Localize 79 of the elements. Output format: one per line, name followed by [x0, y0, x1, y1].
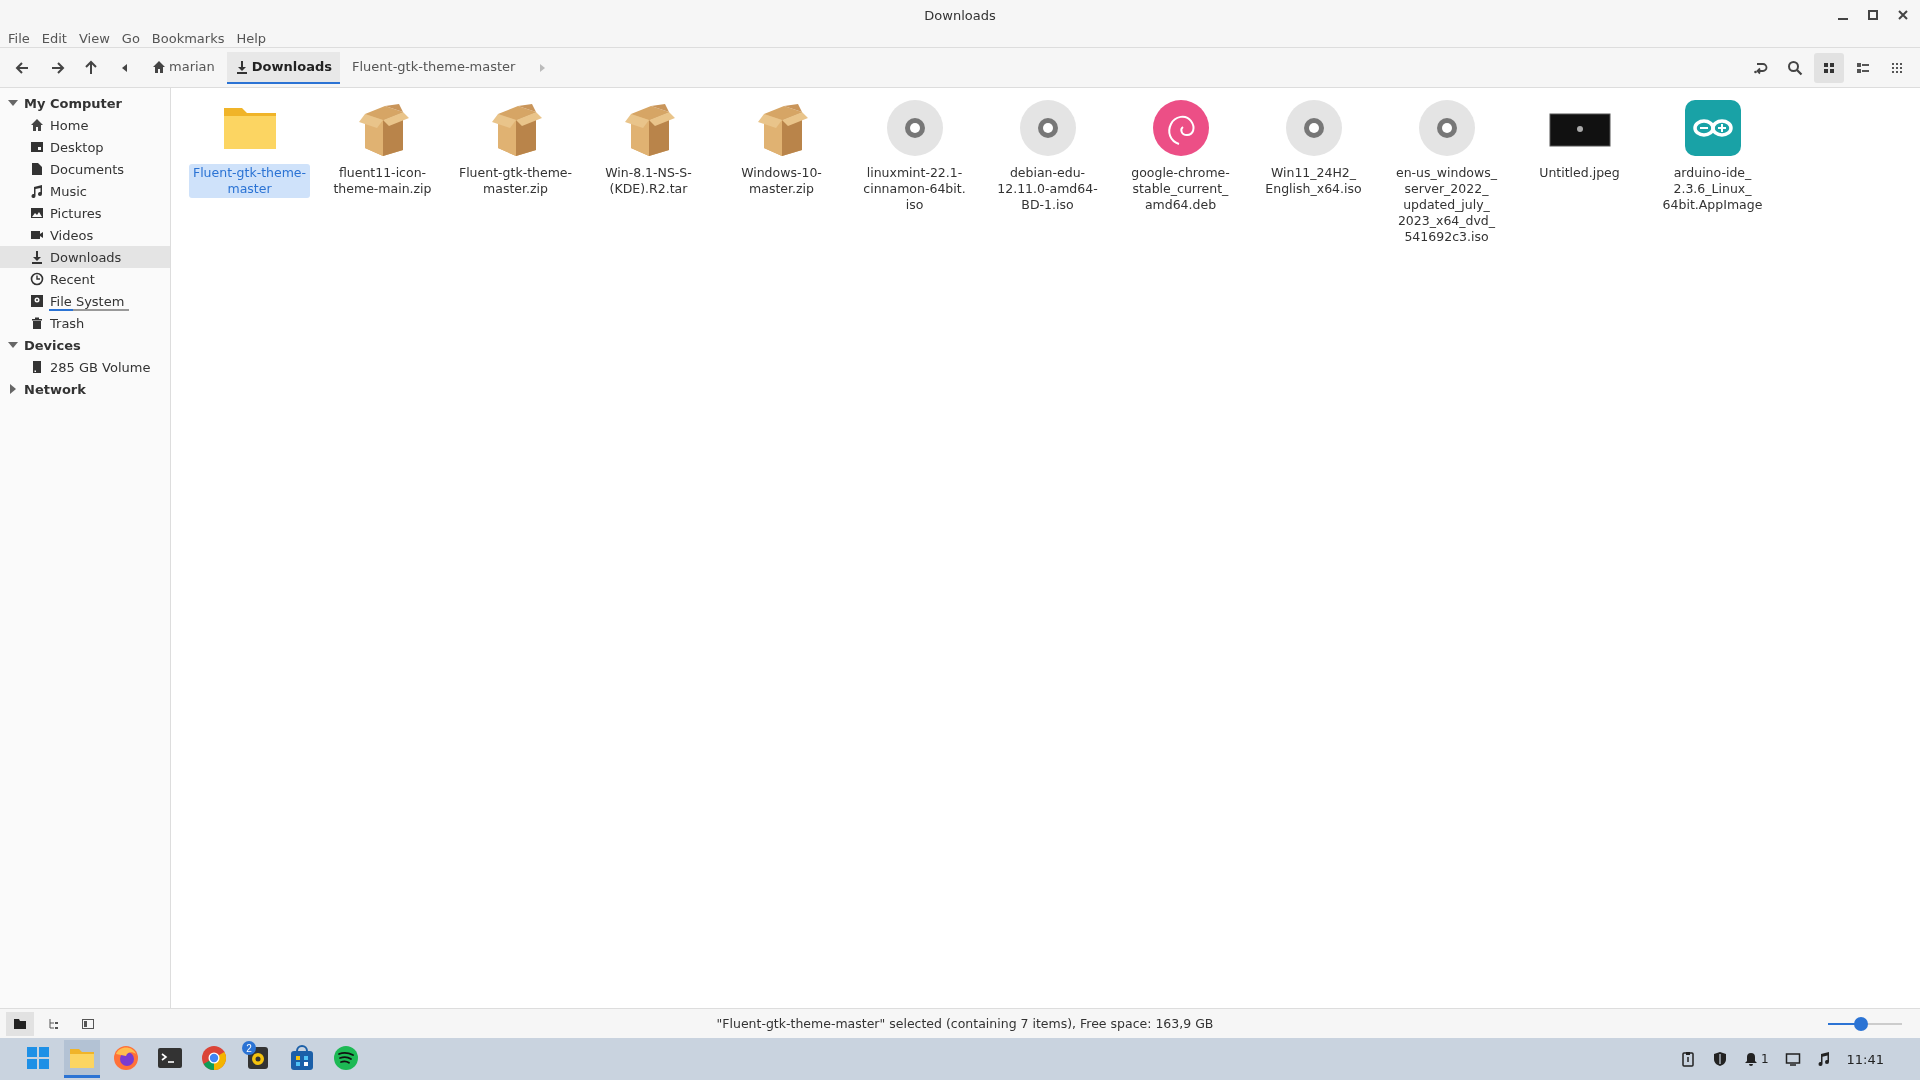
- file-name[interactable]: Win-8.1-NS-S- (KDE).R2.tar: [601, 164, 696, 198]
- sidebar-item[interactable]: Trash: [0, 312, 170, 334]
- home-icon[interactable]: [30, 118, 44, 132]
- file-name[interactable]: Untitled.jpeg: [1535, 164, 1624, 182]
- shield-icon[interactable]: [1711, 1051, 1728, 1067]
- slider-thumb[interactable]: [1854, 1016, 1869, 1031]
- pictures-icon[interactable]: [30, 206, 44, 220]
- tree-icon[interactable]: [47, 1016, 61, 1031]
- menu-item[interactable]: View: [72, 31, 116, 46]
- zoom-slider[interactable]: [1828, 1016, 1902, 1031]
- breadcrumb[interactable]: Fluent-gtk-theme-master: [344, 51, 524, 84]
- menu-item[interactable]: Go: [115, 31, 146, 46]
- back-icon[interactable]: [15, 59, 31, 76]
- menu-item[interactable]: File: [2, 31, 36, 46]
- filesystem-icon[interactable]: [30, 294, 44, 308]
- sidebar-item[interactable]: Documents: [0, 158, 170, 180]
- sidebar-item[interactable]: Desktop: [0, 136, 170, 158]
- sidebar-item[interactable]: Pictures: [0, 202, 170, 224]
- home-icon[interactable]: [152, 59, 166, 74]
- sound-waves-logo-icon[interactable]: [332, 1043, 360, 1072]
- window-title: Downloads: [924, 7, 996, 23]
- downloads-icon[interactable]: [30, 250, 44, 264]
- trash-icon[interactable]: [30, 316, 44, 330]
- file-name[interactable]: linuxmint-22.1- cinnamon-64bit. iso: [859, 164, 970, 214]
- count-badge: 2: [242, 1041, 256, 1055]
- file-name[interactable]: fluent11-icon- theme-main.zip: [329, 164, 436, 198]
- forward-icon[interactable]: [49, 59, 65, 76]
- sidebar-item[interactable]: Home: [0, 114, 170, 136]
- menu-item[interactable]: Edit: [35, 31, 73, 46]
- bell-icon[interactable]: [1743, 1051, 1758, 1067]
- sidebar-item[interactable]: File System: [0, 290, 170, 312]
- file-name[interactable]: arduino-ide_ 2.3.6_Linux_ 64bit.AppImage: [1658, 164, 1767, 214]
- breadcrumb[interactable]: marian: [144, 51, 223, 84]
- download-icon[interactable]: [234, 59, 249, 74]
- up-icon[interactable]: [83, 59, 99, 76]
- videos-icon[interactable]: [30, 228, 44, 242]
- clock[interactable]: 11:41: [1846, 1051, 1884, 1067]
- collapse-arrow-icon[interactable]: [8, 98, 18, 108]
- menu-item[interactable]: Help: [230, 31, 273, 46]
- status-text: "Fluent-gtk-theme-master" selected (containing 7 items), Free space: 163,9 GB: [715, 1016, 1215, 1031]
- bag-icon[interactable]: [288, 1043, 316, 1072]
- file-name[interactable]: Fluent-gtk-theme- master.zip: [454, 164, 577, 198]
- documents-icon[interactable]: [30, 162, 44, 176]
- menu-item[interactable]: Bookmarks: [145, 31, 231, 46]
- recent-icon[interactable]: [30, 272, 44, 286]
- sidebar-item[interactable]: Music: [0, 180, 170, 202]
- music-note-icon[interactable]: [1816, 1051, 1831, 1067]
- file-name[interactable]: google-chrome- stable_current_ amd64.deb: [1127, 164, 1234, 214]
- desktop-icon[interactable]: [30, 140, 44, 154]
- folder-icon[interactable]: [13, 1016, 27, 1031]
- file-name[interactable]: Fluent-gtk-theme- master: [188, 164, 311, 198]
- collapse-arrow-icon[interactable]: [8, 340, 18, 350]
- music-icon[interactable]: [30, 184, 44, 198]
- clipboard-icon[interactable]: [1679, 1051, 1696, 1067]
- icon-view-button[interactable]: [1814, 52, 1844, 83]
- sidebar-icon[interactable]: [81, 1016, 95, 1031]
- section-heading[interactable]: Network: [24, 381, 86, 397]
- search-icon[interactable]: [1787, 59, 1803, 76]
- section-heading[interactable]: Devices: [24, 337, 81, 353]
- sidebar-item[interactable]: Recent: [0, 268, 170, 290]
- monitor-icon[interactable]: [1784, 1051, 1801, 1067]
- ring-logo-icon[interactable]: [200, 1043, 228, 1072]
- sidebar-item[interactable]: Downloads: [0, 246, 170, 268]
- sidebar-item[interactable]: Videos: [0, 224, 170, 246]
- taskbar-app[interactable]: 2: [240, 1040, 276, 1078]
- section-heading[interactable]: My Computer: [24, 95, 122, 111]
- fox-globe-icon[interactable]: [112, 1043, 140, 1072]
- file-name[interactable]: Windows-10- master.zip: [737, 164, 826, 198]
- file-name[interactable]: Win11_24H2_ English_x64.iso: [1261, 164, 1366, 198]
- file-name[interactable]: debian-edu- 12.11.0-amd64- BD-1.iso: [993, 164, 1102, 214]
- maximize-icon[interactable]: [1868, 10, 1878, 20]
- places-toggle-button[interactable]: [6, 1011, 34, 1036]
- notification-count: 1: [1760, 1052, 1769, 1066]
- drive-icon[interactable]: [30, 360, 44, 374]
- breadcrumb[interactable]: Downloads: [226, 51, 340, 84]
- close-icon[interactable]: [1898, 10, 1908, 20]
- sidebar-item[interactable]: 285 GB Volume: [0, 356, 170, 378]
- file-name[interactable]: en-us_windows_ server_2022_ updated_july_ 2023_x64_dvd_ 541692c3.iso: [1392, 164, 1501, 246]
- expand-arrow-icon[interactable]: [8, 384, 18, 394]
